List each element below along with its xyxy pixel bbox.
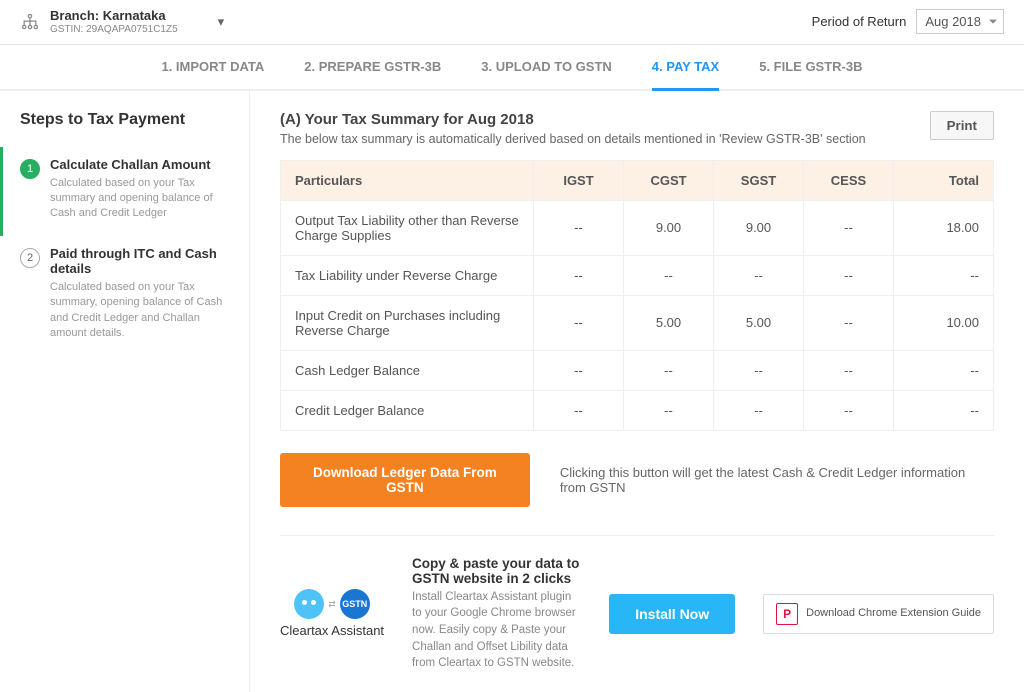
cell-igst: -- — [534, 200, 624, 255]
cell-sgst: 5.00 — [714, 295, 804, 350]
step-upload-gstn[interactable]: 3. UPLOAD TO GSTN — [481, 59, 612, 89]
cell-sgst: -- — [714, 390, 804, 430]
cell-cgst: 9.00 — [624, 200, 714, 255]
table-row: Tax Liability under Reverse Charge------… — [281, 255, 994, 295]
cell-cess: -- — [804, 390, 894, 430]
step-pay-tax[interactable]: 4. PAY TAX — [652, 59, 719, 91]
robot-icon — [294, 589, 324, 619]
sidebar-step-desc: Calculated based on your Tax summary, op… — [50, 280, 235, 342]
cell-sgst: 9.00 — [714, 200, 804, 255]
print-button[interactable]: Print — [930, 111, 994, 140]
guide-label: Download Chrome Extension Guide — [806, 607, 981, 620]
download-note: Clicking this button will get the latest… — [560, 465, 994, 495]
cell-total: -- — [894, 255, 994, 295]
cell-cess: -- — [804, 200, 894, 255]
col-cess: CESS — [804, 160, 894, 200]
table-row: Output Tax Liability other than Reverse … — [281, 200, 994, 255]
cell-p: Cash Ledger Balance — [281, 350, 534, 390]
step-import-data[interactable]: 1. IMPORT DATA — [161, 59, 264, 89]
cell-total: 18.00 — [894, 200, 994, 255]
table-row: Credit Ledger Balance---------- — [281, 390, 994, 430]
cell-p: Input Credit on Purchases including Reve… — [281, 295, 534, 350]
assistant-title: Copy & paste your data to GSTN website i… — [412, 556, 581, 586]
step-file-gstr3b[interactable]: 5. FILE GSTR-3B — [759, 59, 862, 89]
table-row: Cash Ledger Balance---------- — [281, 350, 994, 390]
cell-igst: -- — [534, 390, 624, 430]
step-prepare-gstr3b[interactable]: 2. PREPARE GSTR-3B — [304, 59, 441, 89]
powerpoint-icon: P — [776, 603, 798, 625]
assistant-logo: ⇄ GSTN Cleartax Assistant — [280, 589, 384, 638]
sidebar-step-itc-cash[interactable]: 2 Paid through ITC and Cash details Calc… — [20, 236, 249, 356]
cell-p: Output Tax Liability other than Reverse … — [281, 200, 534, 255]
gstn-icon: GSTN — [340, 589, 370, 619]
assistant-desc: Install Cleartax Assistant plugin to you… — [412, 589, 581, 672]
cell-cgst: -- — [624, 350, 714, 390]
cell-cgst: -- — [624, 390, 714, 430]
cell-sgst: -- — [714, 350, 804, 390]
sidebar-step-title: Paid through ITC and Cash details — [50, 246, 235, 276]
table-row: Input Credit on Purchases including Reve… — [281, 295, 994, 350]
col-sgst: SGST — [714, 160, 804, 200]
cell-cgst: 5.00 — [624, 295, 714, 350]
period-select[interactable]: Aug 2018 — [916, 9, 1004, 34]
cell-total: -- — [894, 350, 994, 390]
col-igst: IGST — [534, 160, 624, 200]
tax-summary-table: Particulars IGST CGST SGST CESS Total Ou… — [280, 160, 994, 431]
assistant-brand: Cleartax Assistant — [280, 623, 384, 638]
cell-cess: -- — [804, 255, 894, 295]
swap-icon: ⇄ — [328, 599, 336, 610]
org-tree-icon — [20, 12, 40, 32]
download-ledger-button[interactable]: Download Ledger Data From GSTN — [280, 453, 530, 507]
cell-igst: -- — [534, 295, 624, 350]
cell-cgst: -- — [624, 255, 714, 295]
summary-title: (A) Your Tax Summary for Aug 2018 — [280, 111, 866, 128]
branch-gstin: GSTIN: 29AQAPA0751C1Z5 — [50, 24, 178, 36]
cell-p: Tax Liability under Reverse Charge — [281, 255, 534, 295]
cell-cess: -- — [804, 350, 894, 390]
cell-p: Credit Ledger Balance — [281, 390, 534, 430]
cell-total: -- — [894, 390, 994, 430]
download-guide-button[interactable]: P Download Chrome Extension Guide — [763, 594, 994, 634]
cell-igst: -- — [534, 350, 624, 390]
sidebar-heading: Steps to Tax Payment — [20, 111, 249, 129]
sidebar: Steps to Tax Payment 1 Calculate Challan… — [0, 91, 250, 692]
sidebar-step-desc: Calculated based on your Tax summary and… — [50, 176, 235, 222]
col-particulars: Particulars — [281, 160, 534, 200]
col-cgst: CGST — [624, 160, 714, 200]
sidebar-step-title: Calculate Challan Amount — [50, 157, 235, 172]
workflow-steps: 1. IMPORT DATA 2. PREPARE GSTR-3B 3. UPL… — [0, 45, 1024, 91]
step-number-icon: 2 — [20, 248, 40, 268]
cell-total: 10.00 — [894, 295, 994, 350]
sidebar-step-challan[interactable]: 1 Calculate Challan Amount Calculated ba… — [0, 147, 249, 236]
summary-subtitle: The below tax summary is automatically d… — [280, 132, 866, 146]
col-total: Total — [894, 160, 994, 200]
branch-name: Branch: Karnataka — [50, 8, 178, 24]
cell-cess: -- — [804, 295, 894, 350]
cell-igst: -- — [534, 255, 624, 295]
chevron-down-icon: ▾ — [218, 14, 225, 30]
branch-selector[interactable]: Branch: Karnataka GSTIN: 29AQAPA0751C1Z5… — [20, 8, 224, 36]
step-number-icon: 1 — [20, 159, 40, 179]
period-label: Period of Return — [812, 14, 907, 29]
cell-sgst: -- — [714, 255, 804, 295]
install-now-button[interactable]: Install Now — [609, 594, 735, 634]
